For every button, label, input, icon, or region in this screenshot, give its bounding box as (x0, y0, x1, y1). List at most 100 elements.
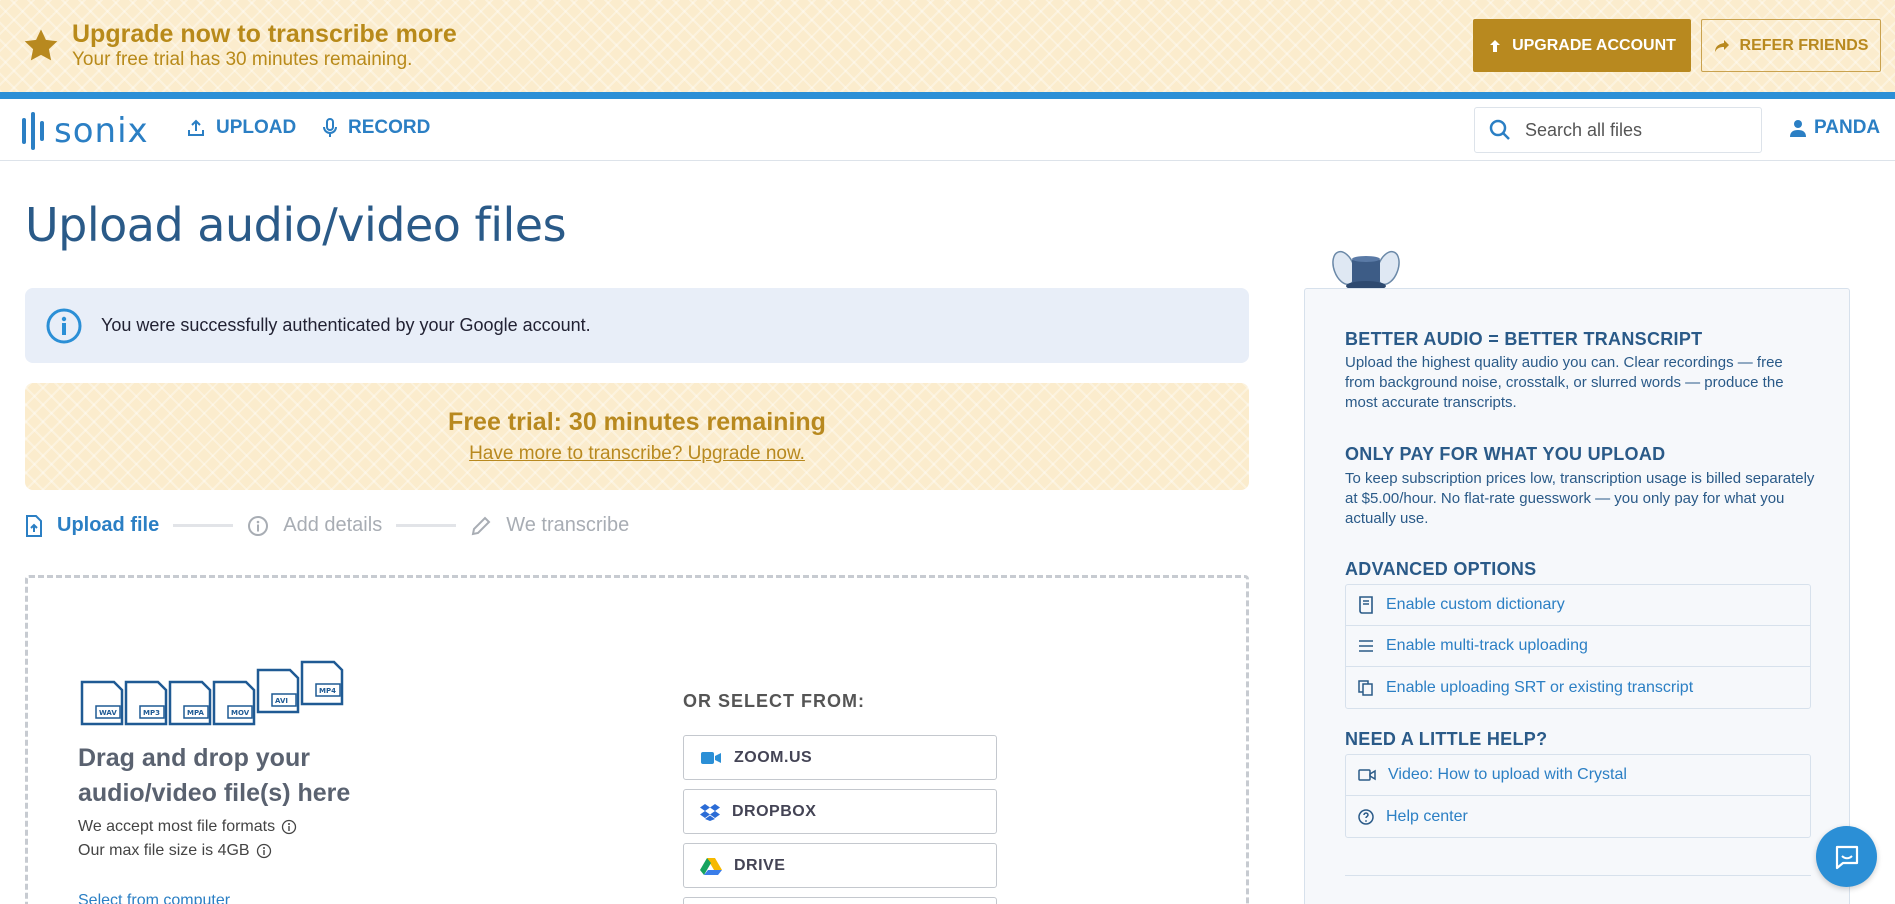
file-type-mpa: MPA (187, 709, 204, 717)
search-input[interactable] (1525, 119, 1725, 141)
file-type-mp3: MP3 (143, 709, 160, 717)
more-source-button[interactable] (683, 897, 997, 904)
auth-success-alert: You were successfully authenticated by y… (25, 288, 1249, 363)
file-type-avi: AVI (275, 697, 288, 705)
tip-audio-title: BETTER AUDIO = BETTER TRANSCRIPT (1345, 329, 1703, 349)
question-icon (1358, 808, 1374, 825)
google-drive-icon (700, 857, 722, 875)
step-connector (173, 524, 234, 527)
video-help-label: Video: How to upload with Crystal (1388, 766, 1627, 783)
srt-upload-label: Enable uploading SRT or existing transcr… (1386, 678, 1694, 696)
sonix-logo[interactable]: sonix (22, 111, 149, 151)
step-add-details: Add details (247, 514, 382, 537)
video-help-link[interactable]: Video: How to upload with Crystal (1346, 755, 1810, 796)
search-box[interactable] (1474, 107, 1762, 153)
sidebar-divider (1345, 875, 1811, 876)
drive-label: DRIVE (734, 856, 786, 874)
upgrade-account-button[interactable]: UPGRADE ACCOUNT (1473, 19, 1691, 72)
tip-pay-title: ONLY PAY FOR WHAT YOU UPLOAD (1345, 444, 1666, 464)
srt-upload-option[interactable]: Enable uploading SRT or existing transcr… (1346, 667, 1810, 708)
search-icon (1489, 119, 1510, 140)
file-type-mp4: MP4 (319, 687, 336, 695)
help-center-label: Help center (1386, 807, 1468, 825)
book-icon (1359, 596, 1373, 614)
video-icon (1358, 769, 1376, 781)
pencil-icon (471, 516, 491, 535)
file-type-mov: MOV (231, 709, 250, 717)
banner-title: Upgrade now to transcribe more (72, 20, 457, 48)
formats-info: We accept most file formats (78, 818, 297, 836)
nav-record-label: RECORD (348, 117, 431, 138)
custom-dictionary-label: Enable custom dictionary (1386, 596, 1565, 613)
arrow-up-icon (1490, 39, 1501, 52)
top-nav: sonix UPLOAD RECORD PANDA (0, 99, 1895, 161)
help-list: Video: How to upload with Crystal Help c… (1345, 754, 1811, 838)
size-text: Our max file size is 4GB (78, 842, 250, 859)
multi-track-option[interactable]: Enable multi-track uploading (1346, 626, 1810, 667)
zoom-label: ZOOM.US (734, 748, 813, 766)
upgrade-account-label: UPGRADE ACCOUNT (1512, 36, 1676, 54)
custom-dictionary-option[interactable]: Enable custom dictionary (1346, 585, 1810, 626)
logo-bars-icon (22, 112, 44, 150)
trial-upgrade-link[interactable]: Have more to transcribe? Upgrade now. (469, 443, 805, 465)
copy-icon (1358, 679, 1373, 696)
trial-title: Free trial: 30 minutes remaining (448, 408, 826, 436)
chat-launcher-button[interactable] (1816, 826, 1877, 887)
upgrade-banner: Upgrade now to transcribe more Your free… (0, 0, 1895, 92)
nav-record-link[interactable]: RECORD (322, 117, 430, 139)
advanced-options-title: ADVANCED OPTIONS (1345, 559, 1537, 579)
help-center-link[interactable]: Help center (1346, 796, 1810, 837)
dropbox-source-button[interactable]: DROPBOX (683, 789, 997, 834)
info-small-icon[interactable] (256, 843, 272, 859)
step-upload-label: Upload file (57, 514, 160, 536)
file-type-wav: WAV (99, 709, 117, 717)
upload-steps: Upload file Add details We transcribe (25, 514, 629, 537)
step-connector (396, 524, 457, 527)
file-dropzone[interactable]: WAV MP3 MPA MOV AVI MP4 Drag and drop yo… (25, 575, 1249, 904)
select-from-computer-link[interactable]: Select from computer (78, 892, 230, 904)
size-info: Our max file size is 4GB (78, 842, 272, 860)
advanced-options-list: Enable custom dictionary Enable multi-tr… (1345, 584, 1811, 709)
tips-sidebar: BETTER AUDIO = BETTER TRANSCRIPT Upload … (1304, 288, 1850, 904)
share-arrow-icon (1714, 39, 1729, 52)
refer-friends-button[interactable]: REFER FRIENDS (1701, 19, 1881, 72)
dropbox-label: DROPBOX (732, 802, 817, 820)
step-we-transcribe: We transcribe (470, 514, 629, 537)
microphone-icon (323, 118, 337, 137)
zoom-icon (701, 751, 721, 764)
info-icon (248, 515, 269, 536)
dropbox-icon (700, 803, 720, 821)
dropzone-title: Drag and drop your audio/video file(s) h… (78, 744, 351, 807)
step-transcribe-label: We transcribe (506, 514, 630, 536)
zoom-source-button[interactable]: ZOOM.US (683, 735, 997, 780)
chat-icon (1835, 845, 1858, 869)
formats-text: We accept most file formats (78, 818, 276, 835)
user-icon (1790, 120, 1806, 137)
file-types-icon: WAV MP3 MPA MOV AVI MP4 (80, 660, 344, 726)
page-title: Upload audio/video files (25, 198, 567, 252)
nav-upload-link[interactable]: UPLOAD (186, 117, 296, 139)
info-circle-icon (46, 308, 82, 343)
drive-source-button[interactable]: DRIVE (683, 843, 997, 888)
nav-upload-label: UPLOAD (216, 117, 297, 138)
info-small-icon[interactable] (281, 819, 297, 835)
star-icon (24, 29, 58, 61)
mascot-illustration (1332, 250, 1400, 291)
list-icon (1359, 640, 1373, 652)
alert-text: You were successfully authenticated by y… (101, 315, 591, 335)
refer-friends-label: REFER FRIENDS (1739, 36, 1869, 54)
multi-track-label: Enable multi-track uploading (1386, 637, 1588, 654)
banner-subtitle: Your free trial has 30 minutes remaining… (72, 49, 413, 70)
step-upload-file: Upload file (25, 514, 159, 537)
trial-notice: Free trial: 30 minutes remaining Have mo… (25, 383, 1249, 490)
upload-file-icon (26, 514, 42, 537)
user-menu[interactable]: PANDA (1790, 117, 1880, 139)
step-details-label: Add details (283, 514, 383, 536)
logo-text: sonix (54, 111, 149, 151)
tip-audio-text: Upload the highest quality audio you can… (1345, 354, 1784, 411)
help-title: NEED A LITTLE HELP? (1345, 729, 1548, 749)
tip-pay-text: To keep subscription prices low, transcr… (1345, 470, 1815, 527)
upload-icon (188, 119, 204, 136)
or-select-label: OR SELECT FROM: (683, 691, 865, 711)
user-name: PANDA (1814, 117, 1881, 138)
